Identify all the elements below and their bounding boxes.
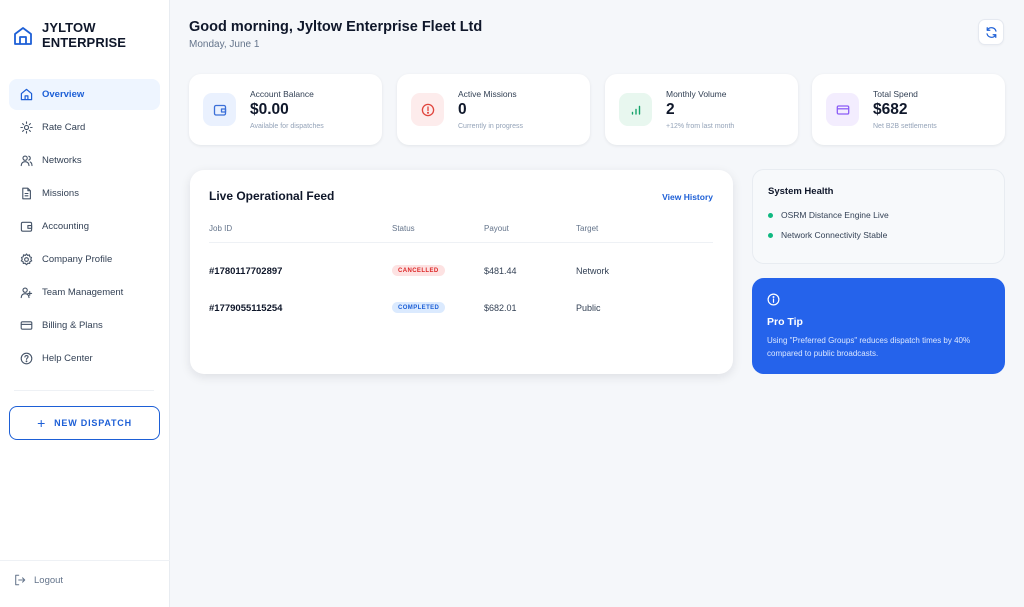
logout-label: Logout [34,574,64,586]
sidebar-item-label: Billing & Plans [42,320,103,331]
sidebar-bottom-divider [0,560,170,561]
sidebar-item-company-profile[interactable]: Company Profile [9,244,160,275]
payout: $682.01 [484,303,517,313]
status-dot-icon [768,232,773,238]
sidebar-item-overview[interactable]: Overview [9,79,160,110]
sidebar-item-team-management[interactable]: Team Management [9,277,160,308]
sidebar-item-help-center[interactable]: Help Center [9,343,160,374]
pro-tip-title: Pro Tip [767,316,803,328]
alert-circle-icon [411,93,444,126]
sidebar-item-label: Team Management [42,287,124,298]
stat-subtext: +12% from last month [666,123,735,130]
sidebar-item-label: Missions [42,188,79,199]
stat-subtext: Available for dispatches [250,123,324,130]
column-header-job-id: Job ID [209,224,233,233]
sidebar-item-label: Networks [42,155,82,166]
column-header-target: Target [576,224,599,233]
team-icon [19,286,33,300]
stat-label: Active Missions [458,89,517,99]
table-header-divider [209,242,713,243]
stat-label: Account Balance [250,89,314,99]
new-dispatch-label: NEW DISPATCH [54,418,132,428]
wallet-icon [203,93,236,126]
stat-card-active-missions: Active Missions 0 Currently in progress [397,74,590,145]
sidebar-item-missions[interactable]: Missions [9,178,160,209]
system-health-title: System Health [768,186,834,197]
sidebar-nav: Overview Rate Card Networks Missions Acc… [9,79,160,376]
card-icon [19,319,33,333]
brand-line-1: JYLTOW [42,20,96,35]
refresh-icon [985,26,997,38]
stat-card-total-spend: Total Spend $682 Net B2B settlements [812,74,1005,145]
sidebar-item-label: Rate Card [42,122,86,133]
job-id: #1779055115254 [209,303,283,314]
logout-icon [15,574,26,586]
gear-icon [19,253,33,267]
wallet-icon [19,220,33,234]
logout-button[interactable]: Logout [14,574,63,586]
sidebar-item-label: Company Profile [42,254,113,265]
health-item-label: OSRM Distance Engine Live [781,210,889,220]
status-dot-icon [768,212,773,218]
brand-line-2: ENTERPRISE [42,35,127,50]
payout: $481.44 [484,266,517,276]
status-badge: COMPLETED [392,302,446,313]
file-icon [19,187,33,201]
health-item: Network Connectivity Stable [768,230,887,240]
stat-value: 0 [458,101,467,118]
sun-icon [19,121,33,135]
feed-title: Live Operational Feed [209,189,335,203]
column-header-payout: Payout [484,224,509,233]
stat-label: Total Spend [873,89,918,99]
live-operational-feed: Live Operational Feed View History Job I… [190,170,733,374]
pro-tip-text: Using "Preferred Groups" reduces dispatc… [767,336,971,358]
target: Network [576,266,610,276]
bar-chart-icon [619,93,652,126]
sidebar: JYLTOW ENTERPRISE Overview Rate Card Net… [0,0,170,607]
job-id: #1780117702897 [209,266,283,277]
date-label: Monday, June 1 [189,39,260,50]
view-history-link[interactable]: View History [662,192,713,202]
stat-subtext: Currently in progress [458,123,523,130]
stat-value: $0.00 [250,101,289,118]
stat-card-monthly-volume: Monthly Volume 2 +12% from last month [605,74,798,145]
help-icon [19,352,33,366]
stat-card-account-balance: Account Balance $0.00 Available for disp… [189,74,382,145]
sidebar-item-label: Help Center [42,353,93,364]
target: Public [576,303,601,313]
sidebar-item-networks[interactable]: Networks [9,145,160,176]
sidebar-item-billing-plans[interactable]: Billing & Plans [9,310,160,341]
plus-icon: + [37,415,47,431]
home-icon [19,88,33,102]
refresh-button[interactable] [978,19,1004,45]
sidebar-item-label: Accounting [42,221,90,232]
pro-tip-card: Pro Tip Using "Preferred Groups" reduces… [752,278,1005,374]
new-dispatch-button[interactable]: + NEW DISPATCH [9,406,160,440]
stat-label: Monthly Volume [666,89,727,99]
page-title: Good morning, Jyltow Enterprise Fleet Lt… [189,19,483,35]
table-row[interactable]: #1779055115254 COMPLETED $682.01 Public [190,295,733,321]
table-row[interactable]: #1780117702897 CANCELLED $481.44 Network [190,258,733,284]
sidebar-item-accounting[interactable]: Accounting [9,211,160,242]
system-health-panel: System Health OSRM Distance Engine Live … [752,169,1005,264]
health-item-label: Network Connectivity Stable [781,230,888,240]
status-badge: CANCELLED [392,265,445,276]
stat-value: 2 [666,101,675,118]
stat-value: $682 [873,101,908,118]
column-header-status: Status [392,224,415,233]
building-icon [14,27,32,45]
health-item: OSRM Distance Engine Live [768,210,889,220]
sidebar-divider [14,390,154,391]
card-icon [826,93,859,126]
sidebar-item-label: Overview [42,89,85,100]
info-icon [767,293,780,306]
users-icon [19,154,33,168]
stat-subtext: Net B2B settlements [873,123,937,130]
brand: JYLTOW ENTERPRISE [13,20,126,50]
sidebar-item-rate-card[interactable]: Rate Card [9,112,160,143]
